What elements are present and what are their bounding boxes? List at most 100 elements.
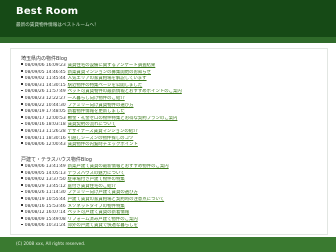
bullet-icon bbox=[21, 210, 23, 213]
entry-link[interactable]: ペット可戸建て賃貸の新着情報 bbox=[68, 210, 129, 215]
entry-link[interactable]: 駐車場付き戸建て物件の特集 bbox=[68, 177, 125, 182]
site-header: Best Room 最新の賃貸物件情報はベストルームへ！ bbox=[0, 0, 336, 37]
bullet-icon bbox=[21, 129, 23, 132]
list-item: 08/09/02 13:37:50 駐車場付き戸建て物件の特集 bbox=[21, 177, 321, 184]
entry-date: 08/08/23 12:22:27 bbox=[24, 95, 66, 101]
list-item: 08/08/19 17:48:05 新着物件情報を更新しました bbox=[21, 109, 321, 116]
section-title: 埼玉県内の物件Blog bbox=[21, 56, 68, 62]
entry-link[interactable]: 郊外の戸建て賃貸で快適な暮らしを bbox=[68, 223, 138, 228]
bullet-icon bbox=[21, 63, 23, 66]
list-item: 08/08/09 15:49:08 リフォーム済み戸建て物件のご案内 bbox=[21, 217, 321, 224]
entry-date: 08/08/12 16:07:14 bbox=[24, 210, 66, 216]
list-item: 08/08/16 15:53:46 メゾネットタイプの物件特集 bbox=[21, 204, 321, 211]
main-content: 埼玉県内の物件Blog 08/09/06 16:09:23 賃貸住宅の設備に関する… bbox=[10, 48, 328, 235]
entry-date: 08/09/06 13:41:49 bbox=[24, 164, 66, 169]
entry-link[interactable]: 賃貸物件の内覧時チェックポイント bbox=[68, 142, 138, 147]
section-title: 戸建て・テラスハウス物件Blog bbox=[21, 157, 92, 163]
list-item: 08/08/06 12:00:43 賃貸物件の内覧時チェックポイント bbox=[21, 142, 321, 149]
entry-date: 08/08/29 13:45:12 bbox=[24, 183, 66, 189]
entry-list: 08/09/06 16:09:23 賃貸住宅の設備に関するアンケート調査結果 08/… bbox=[21, 63, 321, 149]
entry-date: 08/09/05 14:05:13 bbox=[24, 170, 66, 176]
entry-link[interactable]: ファミリー向け賃貸物件の選び方 bbox=[68, 103, 134, 108]
entry-link[interactable]: 新着物件情報を更新しました bbox=[68, 109, 125, 114]
bullet-icon bbox=[21, 190, 23, 193]
bullet-icon bbox=[21, 170, 23, 173]
copyright-text: (C) 2008 xxx, All rights reserved. bbox=[16, 241, 86, 246]
list-item: 08/08/13 11:26:28 デザイナーズ賃貸マンションの紹介 bbox=[21, 129, 321, 136]
entry-date: 08/08/19 17:48:05 bbox=[24, 109, 66, 115]
entry-date: 08/09/05 14:46:45 bbox=[24, 69, 66, 75]
entry-date: 08/08/06 10:31:24 bbox=[24, 223, 66, 229]
entry-link[interactable]: 戸建て賃貸の家賃相場と契約時の注意点について bbox=[68, 197, 164, 202]
bullet-icon bbox=[21, 217, 23, 219]
bullet-icon bbox=[21, 142, 23, 145]
bullet-icon bbox=[21, 83, 23, 85]
list-item: 08/09/02 11:45:44 人気エリアの家賃相場を解説しています bbox=[21, 76, 321, 83]
list-item: 08/08/12 16:07:14 ペット可戸建て賃貸の新着情報 bbox=[21, 210, 321, 217]
bullet-icon bbox=[21, 76, 23, 79]
entry-date: 08/08/06 12:00:43 bbox=[24, 142, 66, 148]
bullet-icon bbox=[21, 122, 23, 125]
section-detached: 戸建て・テラスハウス物件Blog 08/09/06 13:41:49 新築戸建て賃… bbox=[21, 156, 321, 230]
entry-link[interactable]: テラスハウスの魅力について bbox=[68, 171, 125, 176]
bullet-icon bbox=[21, 89, 23, 92]
bullet-icon bbox=[21, 96, 23, 99]
entry-date: 08/08/22 10:44:30 bbox=[24, 102, 66, 108]
list-item: 08/09/06 13:41:49 新築戸建て賃貸の最新情報とおすすめ物件のご案内 bbox=[21, 164, 321, 171]
entry-date: 08/08/31 14:30:15 bbox=[24, 82, 66, 88]
site-footer: (C) 2008 xxx, All rights reserved. bbox=[0, 237, 336, 252]
entry-link[interactable]: リフォーム済み戸建て物件のご案内 bbox=[68, 217, 138, 222]
bullet-icon bbox=[21, 116, 23, 118]
entry-link[interactable]: ファミリー向け戸建て賃貸の選び方 bbox=[68, 190, 138, 195]
entry-date: 08/08/19 10:55:44 bbox=[24, 196, 66, 202]
entry-link[interactable]: 新築賃貸マンションの募集開始のお知らせ bbox=[68, 70, 151, 75]
bullet-icon bbox=[21, 184, 23, 186]
entry-date: 08/08/16 15:53:46 bbox=[24, 203, 66, 209]
bullet-icon bbox=[21, 203, 23, 206]
list-item: 08/08/23 12:22:27 一人暮らし向け物件のご紹介 bbox=[21, 96, 321, 103]
entry-date: 08/08/17 12:00:53 bbox=[24, 115, 66, 121]
entry-link[interactable]: 敷金・礼金ゼロの物件特集とお得な契約プランのご案内 bbox=[68, 116, 178, 121]
entry-link[interactable]: ペット可賃貸物件の最新情報とおすすめポイントのご案内 bbox=[68, 89, 182, 94]
bullet-icon bbox=[21, 197, 23, 200]
list-item: 08/08/11 18:30:16 引越しシーズンの物件探しのコツ bbox=[21, 136, 321, 143]
entry-link[interactable]: メゾネットタイプの物件特集 bbox=[68, 204, 125, 209]
bullet-icon bbox=[21, 135, 23, 138]
list-item: 08/09/05 14:46:45 新築賃貸マンションの募集開始のお知らせ bbox=[21, 70, 321, 77]
entry-date: 08/09/02 13:37:50 bbox=[24, 177, 66, 183]
list-item: 08/08/22 10:44:30 ファミリー向け賃貸物件の選び方 bbox=[21, 103, 321, 110]
section-saitama: 埼玉県内の物件Blog 08/09/06 16:09:23 賃貸住宅の設備に関する… bbox=[21, 55, 321, 149]
bullet-icon bbox=[21, 69, 23, 72]
list-item: 08/08/06 10:31:24 郊外の戸建て賃貸で快適な暮らしを bbox=[21, 223, 321, 230]
site-title[interactable]: Best Room bbox=[16, 6, 78, 17]
entry-list: 08/09/06 13:41:49 新築戸建て賃貸の最新情報とおすすめ物件のご案内… bbox=[21, 164, 321, 230]
list-item: 08/08/29 13:45:12 庭付き賃貸住宅のご紹介 bbox=[21, 184, 321, 191]
entry-date: 08/08/26 11:14:30 bbox=[24, 190, 66, 196]
entry-link[interactable]: 一人暮らし向け物件のご紹介 bbox=[68, 96, 125, 101]
entry-link[interactable]: 賃貸契約の流れについて bbox=[68, 122, 116, 127]
entry-link[interactable]: 人気エリアの家賃相場を解説しています bbox=[68, 76, 147, 81]
entry-link[interactable]: 庭付き賃貸住宅のご紹介 bbox=[68, 184, 116, 189]
entry-date: 08/09/06 16:09:23 bbox=[24, 63, 66, 68]
list-item: 08/08/31 14:30:15 駅近物件の特集ページを公開しました bbox=[21, 83, 321, 90]
bullet-icon bbox=[21, 102, 23, 105]
header-band bbox=[0, 37, 336, 43]
bullet-icon bbox=[21, 109, 23, 112]
entry-date: 08/09/02 11:45:44 bbox=[24, 76, 66, 82]
list-item: 08/08/26 11:57:49 ペット可賃貸物件の最新情報とおすすめポイントの… bbox=[21, 89, 321, 96]
entry-link[interactable]: 駅近物件の特集ページを公開しました bbox=[68, 83, 143, 88]
list-item: 08/09/06 16:09:23 賃貸住宅の設備に関するアンケート調査結果 bbox=[21, 63, 321, 70]
site-subtitle: 最新の賃貸物件情報はベストルームへ！ bbox=[16, 23, 99, 28]
list-item: 08/09/05 14:05:13 テラスハウスの魅力について bbox=[21, 171, 321, 178]
list-item: 08/08/26 11:14:30 ファミリー向け戸建て賃貸の選び方 bbox=[21, 190, 321, 197]
entry-link[interactable]: 新築戸建て賃貸の最新情報とおすすめ物件のご案内 bbox=[68, 164, 169, 169]
list-item: 08/08/19 10:55:44 戸建て賃貸の家賃相場と契約時の注意点について bbox=[21, 197, 321, 204]
entry-link[interactable]: デザイナーズ賃貸マンションの紹介 bbox=[68, 129, 138, 134]
entry-link[interactable]: 賃貸住宅の設備に関するアンケート調査結果 bbox=[68, 63, 156, 68]
entry-date: 08/08/13 11:26:28 bbox=[24, 128, 66, 134]
bullet-icon bbox=[21, 223, 23, 226]
bullet-icon bbox=[21, 164, 23, 167]
entry-link[interactable]: 引越しシーズンの物件探しのコツ bbox=[68, 136, 134, 141]
entry-date: 08/08/16 18:03:18 bbox=[24, 122, 66, 128]
entry-date: 08/08/26 11:57:49 bbox=[24, 89, 66, 95]
